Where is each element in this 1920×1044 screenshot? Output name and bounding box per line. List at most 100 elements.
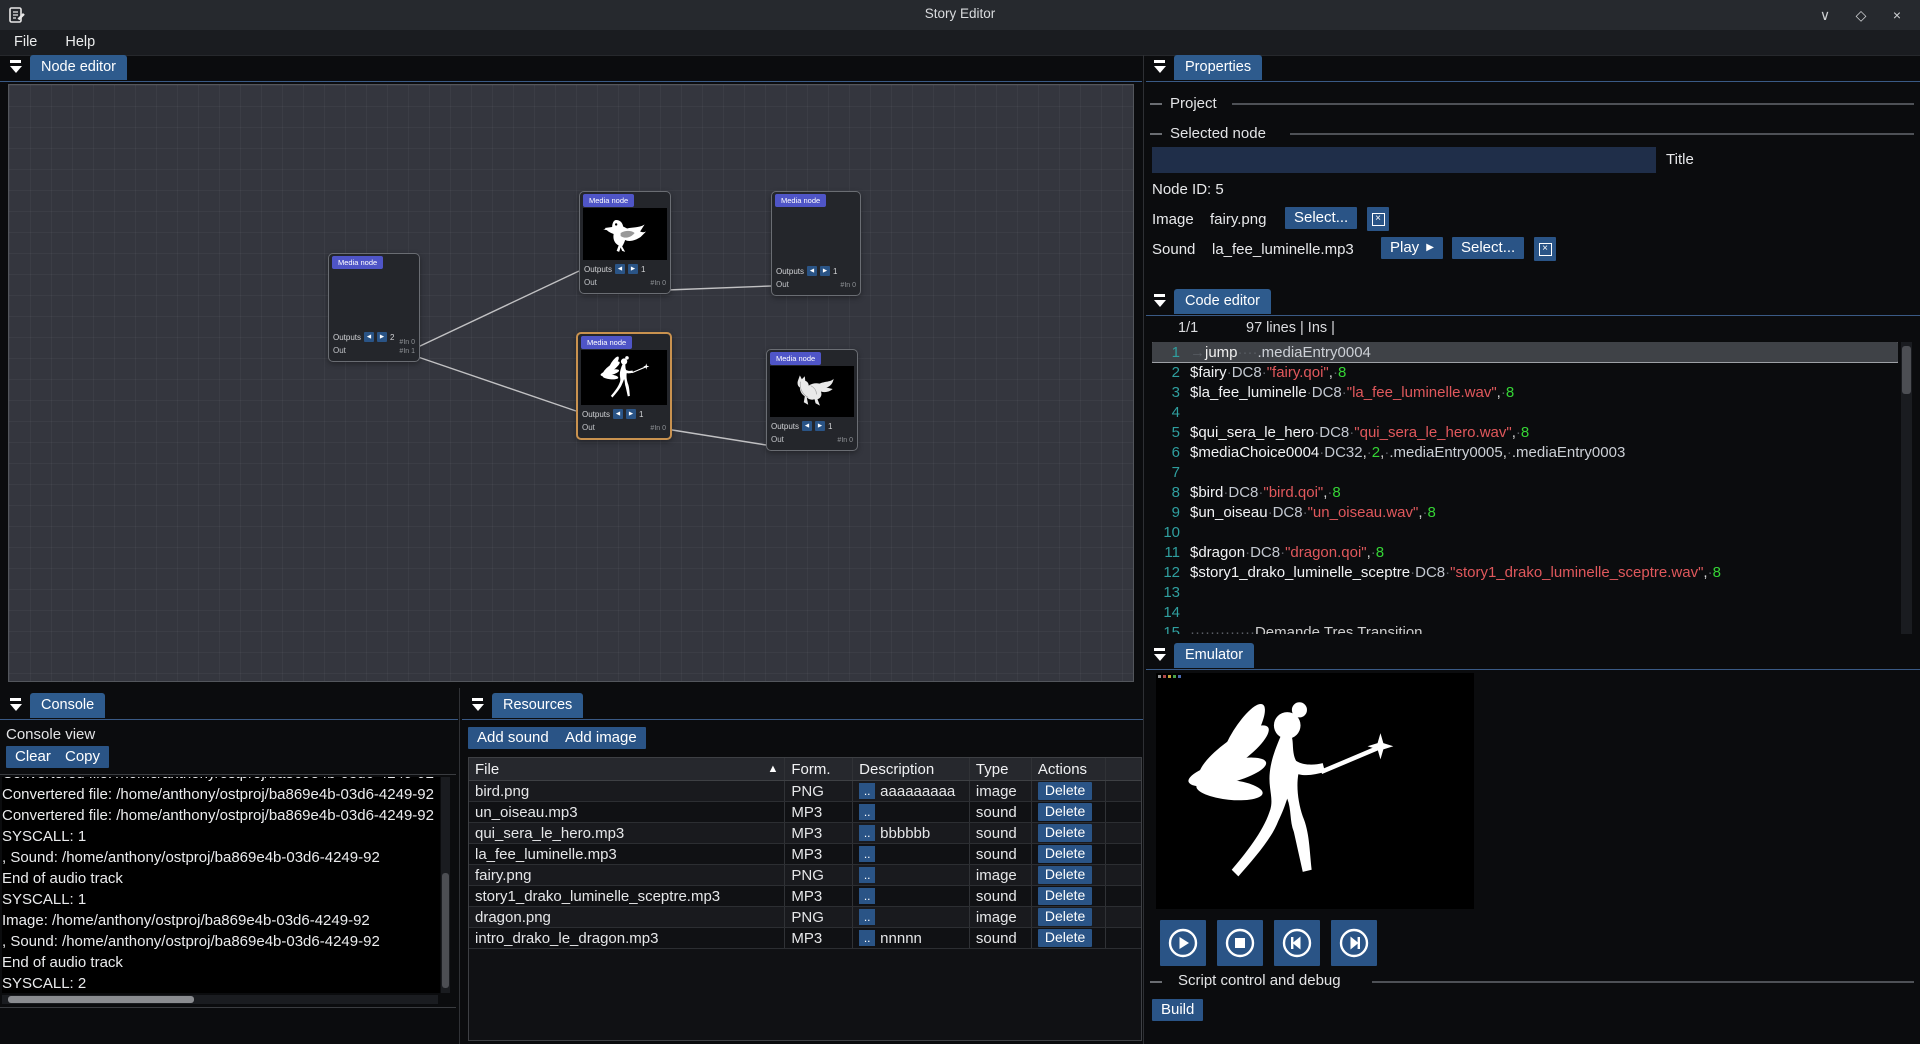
sound-clear-button[interactable]: × xyxy=(1534,237,1556,261)
tab-console[interactable]: Console xyxy=(30,693,105,718)
image-select-button[interactable]: Select... xyxy=(1285,207,1357,229)
table-row[interactable]: dragon.pngPNG..imageDelete xyxy=(469,907,1141,928)
code-line[interactable]: 4 xyxy=(1152,402,1898,422)
delete-button[interactable]: Delete xyxy=(1038,824,1092,842)
table-row[interactable]: bird.pngPNG..aaaaaaaaaimageDelete xyxy=(469,781,1141,802)
menu-help[interactable]: Help xyxy=(51,30,109,55)
edit-description-button[interactable]: .. xyxy=(859,888,875,904)
column-header-type[interactable]: Type xyxy=(970,758,1032,780)
table-row[interactable]: fairy.pngPNG..imageDelete xyxy=(469,865,1141,886)
table-row[interactable]: la_fee_luminelle.mp3MP3..soundDelete xyxy=(469,844,1141,865)
graph-node-bird[interactable]: Media node Outputs◀▶1Out#In 0 xyxy=(579,191,671,294)
edit-description-button[interactable]: .. xyxy=(859,867,875,883)
code-line[interactable]: 10 xyxy=(1152,522,1898,542)
table-row[interactable]: qui_sera_le_hero.mp3MP3..bbbbbbsoundDele… xyxy=(469,823,1141,844)
console-resources-splitter[interactable] xyxy=(459,688,460,1044)
code-line[interactable]: 1→jump····.mediaEntry0004 xyxy=(1152,342,1898,362)
console-vertical-scrollbar[interactable] xyxy=(441,777,450,993)
code-editor-text[interactable]: 1→jump····.mediaEntry00042$fairy·DC8·"fa… xyxy=(1152,342,1898,634)
delete-button[interactable]: Delete xyxy=(1038,866,1092,884)
clear-button[interactable]: Clear xyxy=(6,746,60,768)
title-input[interactable] xyxy=(1152,147,1656,173)
code-vertical-scrollbar-thumb[interactable] xyxy=(1902,346,1911,394)
outputs-increment-button[interactable]: ▶ xyxy=(377,332,387,342)
edit-description-button[interactable]: .. xyxy=(859,825,875,841)
outputs-decrement-button[interactable]: ◀ xyxy=(613,409,623,419)
outputs-increment-button[interactable]: ▶ xyxy=(626,409,636,419)
delete-button[interactable]: Delete xyxy=(1038,908,1092,926)
code-line[interactable]: 5$qui_sera_le_hero·DC8·"qui_sera_le_hero… xyxy=(1152,422,1898,442)
emulator-collapse-icon[interactable] xyxy=(1152,647,1167,662)
code-vertical-scrollbar[interactable] xyxy=(1901,342,1912,634)
tab-resources[interactable]: Resources xyxy=(492,693,583,718)
code-line[interactable]: 12$story1_drako_luminelle_sceptre·DC8·"s… xyxy=(1152,562,1898,582)
code-editor-collapse-icon[interactable] xyxy=(1152,293,1167,308)
delete-button[interactable]: Delete xyxy=(1038,887,1092,905)
tab-node-editor[interactable]: Node editor xyxy=(30,55,127,80)
console-collapse-icon[interactable] xyxy=(8,697,23,712)
console-horizontal-scrollbar-thumb[interactable] xyxy=(8,996,194,1003)
graph-node-fairy[interactable]: Media node Outputs◀▶1Out#In 0 xyxy=(576,332,672,440)
maximize-icon[interactable]: ◇ xyxy=(1848,5,1874,25)
image-clear-button[interactable]: × xyxy=(1367,207,1389,231)
step-forward-button[interactable] xyxy=(1331,920,1377,966)
stop-button[interactable] xyxy=(1217,920,1263,966)
table-row[interactable]: intro_drako_le_dragon.mp3MP3..nnnnnsound… xyxy=(469,928,1141,949)
delete-button[interactable]: Delete xyxy=(1038,845,1092,863)
column-header-file[interactable]: File▲ xyxy=(469,758,785,780)
console-output[interactable]: Convertered file: /home/anthony/ostproj/… xyxy=(2,777,440,993)
graph-node[interactable]: Media nodeOutputs◀▶1Out#In 0 xyxy=(771,191,861,296)
column-header-form[interactable]: Form. xyxy=(785,758,853,780)
node-editor-collapse-icon[interactable] xyxy=(8,59,23,74)
column-header-description[interactable]: Description xyxy=(853,758,970,780)
copy-button[interactable]: Copy xyxy=(56,746,109,768)
delete-button[interactable]: Delete xyxy=(1038,929,1092,947)
console-vertical-scrollbar-thumb[interactable] xyxy=(442,873,449,988)
table-row[interactable]: un_oiseau.mp3MP3..soundDelete xyxy=(469,802,1141,823)
outputs-decrement-button[interactable]: ◀ xyxy=(807,266,817,276)
add-image-button[interactable]: Add image xyxy=(556,727,646,749)
edit-description-button[interactable]: .. xyxy=(859,909,875,925)
edit-description-button[interactable]: .. xyxy=(859,783,875,799)
code-line[interactable]: 7 xyxy=(1152,462,1898,482)
tab-code-editor[interactable]: Code editor xyxy=(1174,289,1271,314)
outputs-increment-button[interactable]: ▶ xyxy=(820,266,830,276)
delete-button[interactable]: Delete xyxy=(1038,803,1092,821)
minimize-icon[interactable]: ∨ xyxy=(1812,5,1838,25)
add-sound-button[interactable]: Add sound xyxy=(468,727,558,749)
graph-node-dragon[interactable]: Media node Outputs◀▶1Out#In 0 xyxy=(766,349,858,451)
code-line[interactable]: 2$fairy·DC8·"fairy.qoi",·8 xyxy=(1152,362,1898,382)
code-line[interactable]: 3$la_fee_luminelle·DC8·"la_fee_luminelle… xyxy=(1152,382,1898,402)
menu-file[interactable]: File xyxy=(0,30,51,55)
code-line[interactable]: 11$dragon·DC8·"dragon.qoi",·8 xyxy=(1152,542,1898,562)
close-icon[interactable]: × xyxy=(1884,5,1910,25)
step-back-button[interactable] xyxy=(1274,920,1320,966)
edit-description-button[interactable]: .. xyxy=(859,846,875,862)
code-line[interactable]: 14 xyxy=(1152,602,1898,622)
delete-button[interactable]: Delete xyxy=(1038,782,1092,800)
table-row[interactable]: story1_drako_luminelle_sceptre.mp3MP3..s… xyxy=(469,886,1141,907)
edit-description-button[interactable]: .. xyxy=(859,930,875,946)
code-line[interactable]: 9$un_oiseau·DC8·"un_oiseau.wav",·8 xyxy=(1152,502,1898,522)
code-line[interactable]: 15·············Demande Tres Transition xyxy=(1152,622,1898,634)
build-button[interactable]: Build xyxy=(1152,999,1203,1021)
play-button[interactable] xyxy=(1160,920,1206,966)
main-splitter[interactable] xyxy=(1143,55,1144,1044)
tab-properties[interactable]: Properties xyxy=(1174,55,1262,80)
code-line[interactable]: 8$bird·DC8·"bird.qoi",·8 xyxy=(1152,482,1898,502)
sound-play-button[interactable]: Play ▶ xyxy=(1381,237,1443,259)
outputs-decrement-button[interactable]: ◀ xyxy=(364,332,374,342)
properties-collapse-icon[interactable] xyxy=(1152,59,1167,74)
graph-node[interactable]: Media nodeOutputs◀▶2Out#In 0#In 1 xyxy=(328,253,420,362)
code-line[interactable]: 13 xyxy=(1152,582,1898,602)
node-editor-canvas[interactable]: Media nodeOutputs◀▶2Out#In 0#In 1 Media n… xyxy=(8,84,1134,682)
column-header-actions[interactable]: Actions xyxy=(1032,758,1106,780)
outputs-decrement-button[interactable]: ◀ xyxy=(615,264,625,274)
code-line[interactable]: 6$mediaChoice0004·DC32,·2,·.mediaEntry00… xyxy=(1152,442,1898,462)
edit-description-button[interactable]: .. xyxy=(859,804,875,820)
sound-select-button[interactable]: Select... xyxy=(1452,237,1524,259)
outputs-decrement-button[interactable]: ◀ xyxy=(802,421,812,431)
resources-collapse-icon[interactable] xyxy=(470,697,485,712)
console-horizontal-scrollbar[interactable] xyxy=(2,995,438,1004)
outputs-increment-button[interactable]: ▶ xyxy=(628,264,638,274)
